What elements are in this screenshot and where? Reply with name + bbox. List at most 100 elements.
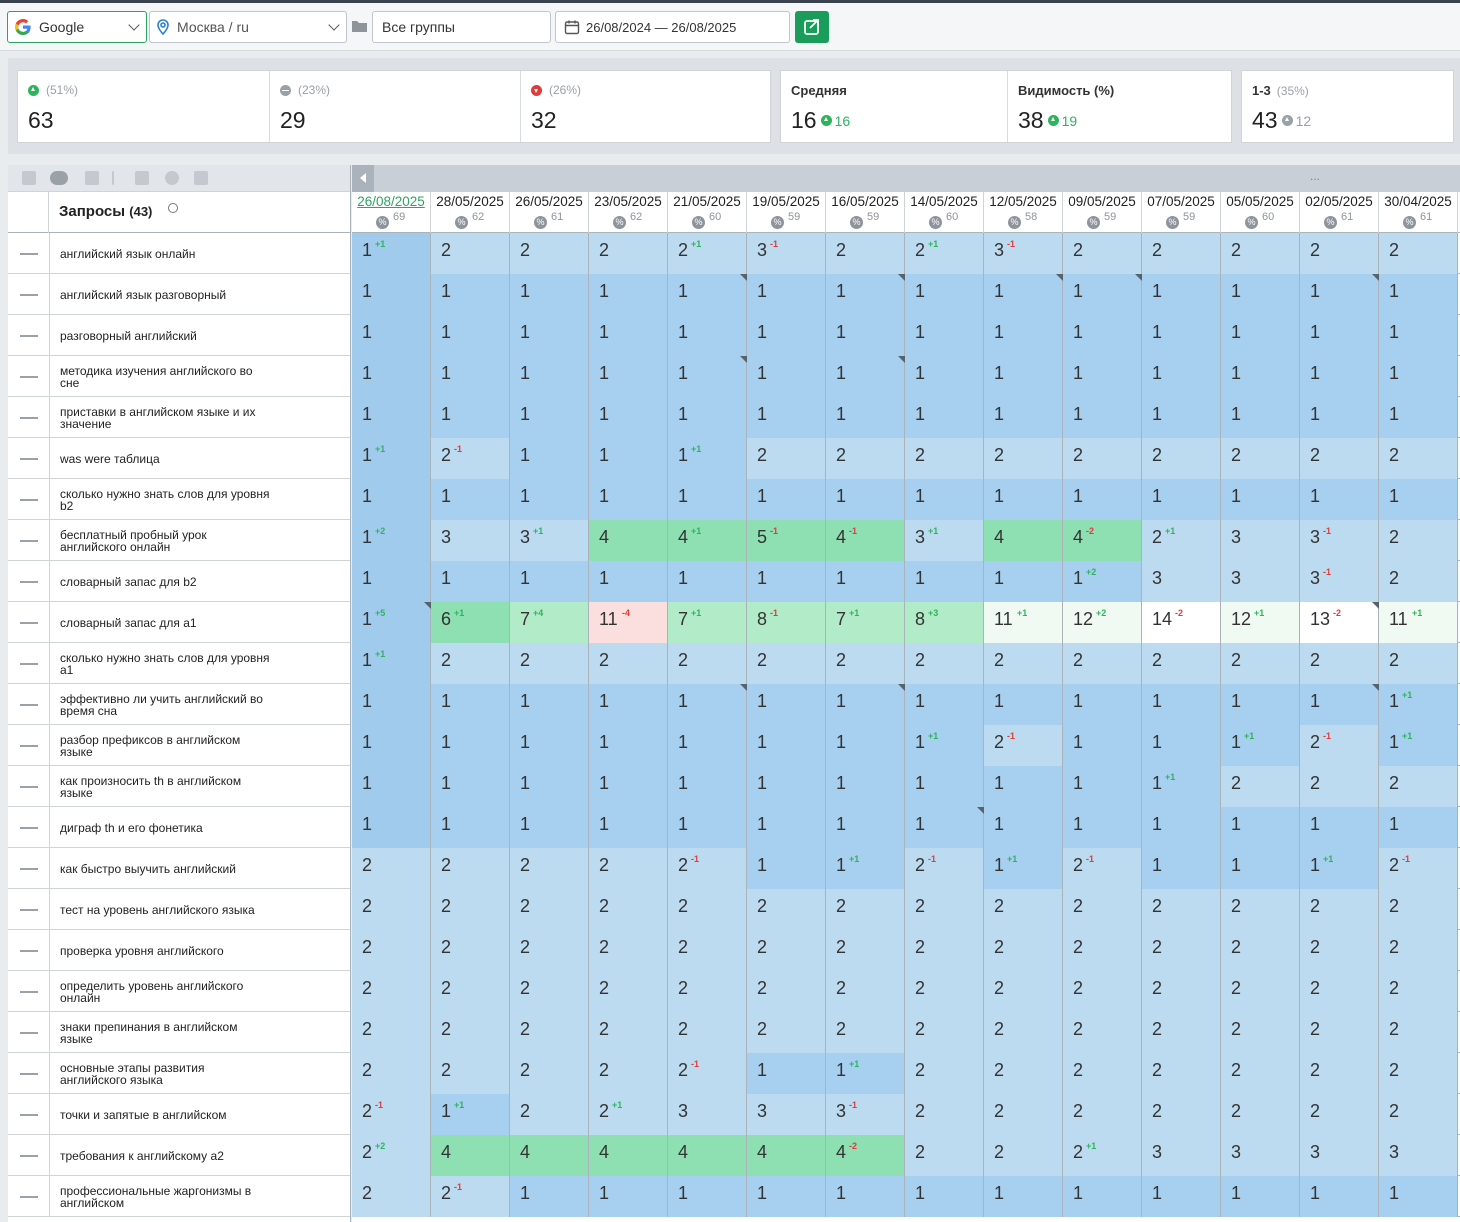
position-cell[interactable]: 1 +1 — [352, 643, 431, 684]
position-cell[interactable]: 1 — [1142, 807, 1221, 848]
position-cell[interactable]: 1 +1 — [1300, 848, 1379, 889]
position-cell[interactable]: 2 — [352, 1176, 431, 1217]
position-cell[interactable]: 1 — [826, 479, 905, 520]
position-cell[interactable]: 2 — [431, 1012, 510, 1053]
groups-select[interactable]: Все группы — [372, 11, 551, 43]
position-cell[interactable]: 1 — [589, 356, 668, 397]
position-cell[interactable]: 2 — [905, 1012, 984, 1053]
position-cell[interactable]: 2 — [1063, 971, 1142, 1012]
position-cell[interactable]: 2 — [1379, 561, 1458, 602]
position-cell[interactable]: 2 — [589, 643, 668, 684]
position-cell[interactable]: 2 -1 — [905, 848, 984, 889]
position-cell[interactable]: 3 — [1142, 561, 1221, 602]
position-cell[interactable]: 1 +1 — [826, 1053, 905, 1094]
position-cell[interactable]: 1 — [747, 397, 826, 438]
position-cell[interactable]: 1 — [589, 725, 668, 766]
contrast-icon[interactable] — [165, 171, 179, 185]
position-cell[interactable]: 1 +2 — [1063, 561, 1142, 602]
position-cell[interactable]: 2 — [1142, 233, 1221, 274]
position-cell[interactable]: 1 — [747, 274, 826, 315]
position-cell[interactable]: 2 — [510, 233, 589, 274]
position-cell[interactable]: 2 — [747, 1012, 826, 1053]
position-cell[interactable]: 1 — [984, 766, 1063, 807]
position-cell[interactable]: 2 -1 — [1063, 848, 1142, 889]
position-cell[interactable]: 3 — [1221, 1135, 1300, 1176]
position-cell[interactable]: 2 -1 — [984, 725, 1063, 766]
position-cell[interactable]: 2 — [1142, 1053, 1221, 1094]
position-cell[interactable]: 1 — [1063, 684, 1142, 725]
date-column-header[interactable]: 05/05/2025% 60 — [1221, 192, 1300, 233]
position-cell[interactable]: 1 — [826, 561, 905, 602]
position-cell[interactable]: 1 — [747, 848, 826, 889]
position-cell[interactable]: 2 — [1379, 520, 1458, 561]
position-cell[interactable]: 2 — [1142, 889, 1221, 930]
position-cell[interactable]: 2 — [431, 1053, 510, 1094]
position-cell[interactable]: 1 +2 — [352, 520, 431, 561]
position-cell[interactable]: 2 — [1379, 930, 1458, 971]
position-cell[interactable]: 1 — [431, 766, 510, 807]
position-cell[interactable]: 1 +1 — [668, 438, 747, 479]
position-cell[interactable]: 1 — [1300, 684, 1379, 725]
position-cell[interactable]: 2 — [431, 889, 510, 930]
date-column-header[interactable]: 28/05/2025% 62 — [431, 192, 510, 233]
position-cell[interactable]: 2 — [1221, 889, 1300, 930]
position-cell[interactable]: 1 +1 — [1379, 684, 1458, 725]
position-cell[interactable]: 1 — [589, 561, 668, 602]
position-cell[interactable]: 1 — [905, 479, 984, 520]
position-cell[interactable]: 2 — [668, 1012, 747, 1053]
position-cell[interactable]: 1 — [905, 561, 984, 602]
position-cell[interactable]: 2 — [352, 971, 431, 1012]
position-cell[interactable]: 2 — [905, 438, 984, 479]
position-cell[interactable]: 1 — [747, 807, 826, 848]
position-cell[interactable]: 2 — [1063, 1094, 1142, 1135]
position-cell[interactable]: 4 — [589, 1135, 668, 1176]
position-cell[interactable]: 1 — [589, 684, 668, 725]
position-cell[interactable]: 2 — [747, 643, 826, 684]
row-handle[interactable] — [20, 376, 38, 378]
position-cell[interactable]: 1 — [352, 807, 431, 848]
position-cell[interactable]: 1 — [984, 274, 1063, 315]
keyword-row[interactable]: точки и запятые в английском — [8, 1094, 350, 1135]
position-cell[interactable]: 1 — [668, 725, 747, 766]
position-cell[interactable]: 1 — [984, 1176, 1063, 1217]
keyword-row[interactable]: знаки препинания в английском языке — [8, 1012, 350, 1053]
keyword-row[interactable]: сколько нужно знать слов для уровня b2 — [8, 479, 350, 520]
position-cell[interactable]: 1 — [352, 315, 431, 356]
position-cell[interactable]: 2 — [826, 930, 905, 971]
position-cell[interactable]: 11 -4 — [589, 602, 668, 643]
position-cell[interactable]: 1 — [431, 725, 510, 766]
more-dates[interactable]: ... — [1310, 169, 1320, 183]
position-cell[interactable]: 1 — [826, 807, 905, 848]
position-cell[interactable]: 1 — [1379, 397, 1458, 438]
position-cell[interactable]: 8 -1 — [747, 602, 826, 643]
position-cell[interactable]: 1 — [1300, 274, 1379, 315]
position-cell[interactable]: 1 — [984, 684, 1063, 725]
position-cell[interactable]: 1 — [1300, 807, 1379, 848]
position-cell[interactable]: 2 — [1379, 438, 1458, 479]
position-cell[interactable]: 2 — [747, 889, 826, 930]
date-column-header[interactable]: 26/08/2025% 69 — [352, 192, 431, 233]
position-cell[interactable]: 2 — [1063, 930, 1142, 971]
position-cell[interactable]: 2 — [1063, 643, 1142, 684]
position-cell[interactable]: 2 — [1142, 438, 1221, 479]
row-handle[interactable] — [20, 1196, 38, 1198]
position-cell[interactable]: 3 +1 — [510, 520, 589, 561]
position-cell[interactable]: 2 — [1379, 1094, 1458, 1135]
position-cell[interactable]: 2 — [510, 643, 589, 684]
position-cell[interactable]: 1 — [668, 766, 747, 807]
keyword-row[interactable]: методика изучения английского во сне — [8, 356, 350, 397]
position-cell[interactable]: 1 +1 — [352, 233, 431, 274]
row-handle[interactable] — [20, 1114, 38, 1116]
position-cell[interactable]: 1 — [510, 438, 589, 479]
position-cell[interactable]: 1 — [589, 438, 668, 479]
position-cell[interactable]: 2 — [984, 643, 1063, 684]
keyword-row[interactable]: английский язык онлайн — [8, 233, 350, 274]
position-cell[interactable]: 2 — [905, 643, 984, 684]
position-cell[interactable]: 2 -1 — [668, 848, 747, 889]
keyword-row[interactable]: основные этапы развития английского язык… — [8, 1053, 350, 1094]
position-cell[interactable]: 1 — [589, 479, 668, 520]
position-cell[interactable]: 1 — [1063, 274, 1142, 315]
position-cell[interactable]: 2 — [1379, 1053, 1458, 1094]
position-cell[interactable]: 3 -1 — [1300, 561, 1379, 602]
keyword-row[interactable]: приставки в английском языке и их значен… — [8, 397, 350, 438]
